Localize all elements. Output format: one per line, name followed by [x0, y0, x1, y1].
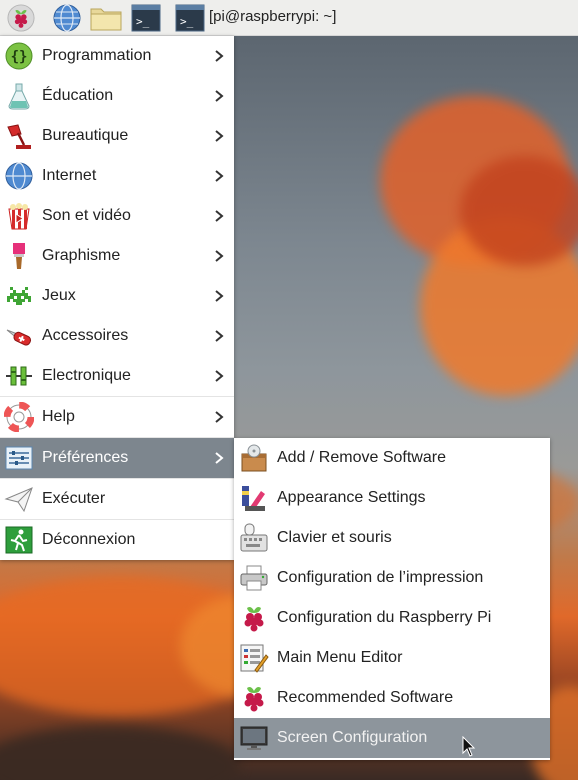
menu-item-label: Help: [42, 408, 75, 425]
menu-item-education[interactable]: Éducation: [0, 76, 234, 116]
menu-item-executer[interactable]: Exécuter: [0, 479, 234, 519]
package-icon: [241, 444, 267, 472]
terminal-window-title[interactable]: [pi@raspberrypi: ~]: [209, 8, 336, 25]
menu-item-help[interactable]: Help: [0, 397, 234, 437]
menu-item-graphisme[interactable]: Graphisme: [0, 236, 234, 276]
chevron-right-icon: [215, 411, 224, 423]
terminal-window-button[interactable]: >_: [174, 3, 206, 33]
terminal-launcher[interactable]: >_: [130, 3, 162, 33]
raspberry-icon: [244, 607, 264, 632]
terminal-icon: >_: [175, 4, 205, 32]
submenu-item-clavier-et-souris[interactable]: Clavier et souris: [234, 518, 550, 558]
menu-item-deconnexion[interactable]: Déconnexion: [0, 520, 234, 560]
swiss-knife-icon: [6, 329, 32, 346]
menu-editor-icon: [240, 644, 269, 673]
menu-item-label: Exécuter: [42, 490, 106, 507]
menu-item-programmation[interactable]: {} Programmation: [0, 36, 234, 76]
preferences-submenu: Add / Remove Software Appearance Setting…: [234, 438, 550, 760]
chevron-right-icon: [215, 90, 224, 102]
svg-text:{}: {}: [11, 49, 28, 65]
submenu-item-recommended-software[interactable]: Recommended Software: [234, 678, 550, 718]
raspberry-menu-button[interactable]: [4, 3, 38, 33]
submenu-item-add-remove-software[interactable]: Add / Remove Software: [234, 438, 550, 478]
menu-item-label: Screen Configuration: [277, 729, 428, 746]
top-panel: >_ >_ [pi@raspberrypi: ~]: [0, 0, 578, 36]
file-manager-icon: [90, 8, 122, 31]
menu-item-son-et-video[interactable]: Son et vidéo: [0, 196, 234, 236]
menu-item-electronique[interactable]: Electronique: [0, 356, 234, 396]
menu-item-label: Programmation: [42, 47, 152, 64]
paper-plane-icon: [4, 487, 33, 513]
menu-item-label: Internet: [42, 167, 97, 184]
menu-item-label: Accessoires: [42, 327, 129, 344]
desk-lamp-icon: [7, 124, 31, 149]
popcorn-icon: [8, 203, 30, 230]
chevron-right-icon: [215, 330, 224, 342]
submenu-item-appearance-settings[interactable]: Appearance Settings: [234, 478, 550, 518]
menu-item-label: Add / Remove Software: [277, 449, 446, 466]
menu-item-label: Déconnexion: [42, 531, 136, 548]
paintbrush-icon: [13, 243, 25, 269]
monitor-icon: [240, 726, 268, 750]
menu-item-bureautique[interactable]: Bureautique: [0, 116, 234, 156]
menu-item-accessoires[interactable]: Accessoires: [0, 316, 234, 356]
menu-item-label: Configuration de l’impression: [277, 569, 484, 586]
menu-item-label: Bureautique: [42, 127, 129, 144]
chevron-right-icon: [215, 50, 224, 62]
submenu-item-configuration-raspberry-pi[interactable]: Configuration du Raspberry Pi: [234, 598, 550, 638]
menu-item-label: Éducation: [42, 87, 114, 104]
menu-item-label: Main Menu Editor: [277, 649, 403, 666]
menu-item-label: Graphisme: [42, 247, 121, 264]
palette-icon: [242, 486, 265, 511]
submenu-item-configuration-impression[interactable]: Configuration de l’impression: [234, 558, 550, 598]
svg-text:>_: >_: [136, 15, 150, 28]
menu-item-label: Appearance Settings: [277, 489, 426, 506]
submenu-item-main-menu-editor[interactable]: Main Menu Editor: [234, 638, 550, 678]
raspberry-menu-icon: [7, 4, 35, 32]
svg-text:>_: >_: [180, 15, 194, 28]
submenu-item-screen-configuration[interactable]: Screen Configuration: [234, 718, 550, 758]
menu-item-label: Electronique: [42, 367, 131, 384]
curly-braces-icon: {}: [5, 42, 33, 70]
menu-item-internet[interactable]: Internet: [0, 156, 234, 196]
menu-item-label: Clavier et souris: [277, 529, 392, 546]
flask-icon: [8, 83, 30, 110]
printer-icon: [240, 565, 268, 591]
chevron-right-icon: [215, 370, 224, 382]
menu-item-label: Configuration du Raspberry Pi: [277, 609, 492, 626]
application-menu: {} Programmation Éducation Bureautique I…: [0, 36, 234, 560]
menu-item-label: Recommended Software: [277, 689, 454, 706]
web-browser-launcher[interactable]: [50, 3, 84, 33]
sliders-icon: [5, 446, 33, 470]
chevron-right-icon: [215, 210, 224, 222]
exit-icon: [5, 526, 33, 554]
menu-item-label: Jeux: [42, 287, 76, 304]
chevron-right-icon: [215, 250, 224, 262]
keyboard-mouse-icon: [240, 523, 268, 552]
menu-item-preferences[interactable]: Préférences: [0, 438, 234, 478]
chevron-right-icon: [215, 130, 224, 142]
file-manager-launcher[interactable]: [88, 3, 124, 33]
electronics-icon: [6, 366, 32, 386]
menu-item-label: Son et vidéo: [42, 207, 131, 224]
web-browser-icon: [53, 4, 81, 32]
menu-item-label: Préférences: [42, 449, 129, 466]
chevron-right-icon: [215, 290, 224, 302]
space-invader-icon: [7, 287, 31, 305]
mouse-pointer-icon: [462, 736, 476, 757]
chevron-right-icon: [215, 452, 224, 464]
globe-icon: [5, 162, 33, 190]
chevron-right-icon: [215, 170, 224, 182]
lifebuoy-icon: [4, 402, 34, 432]
terminal-icon: >_: [131, 4, 161, 32]
raspberry-icon: [244, 687, 264, 712]
menu-item-jeux[interactable]: Jeux: [0, 276, 234, 316]
